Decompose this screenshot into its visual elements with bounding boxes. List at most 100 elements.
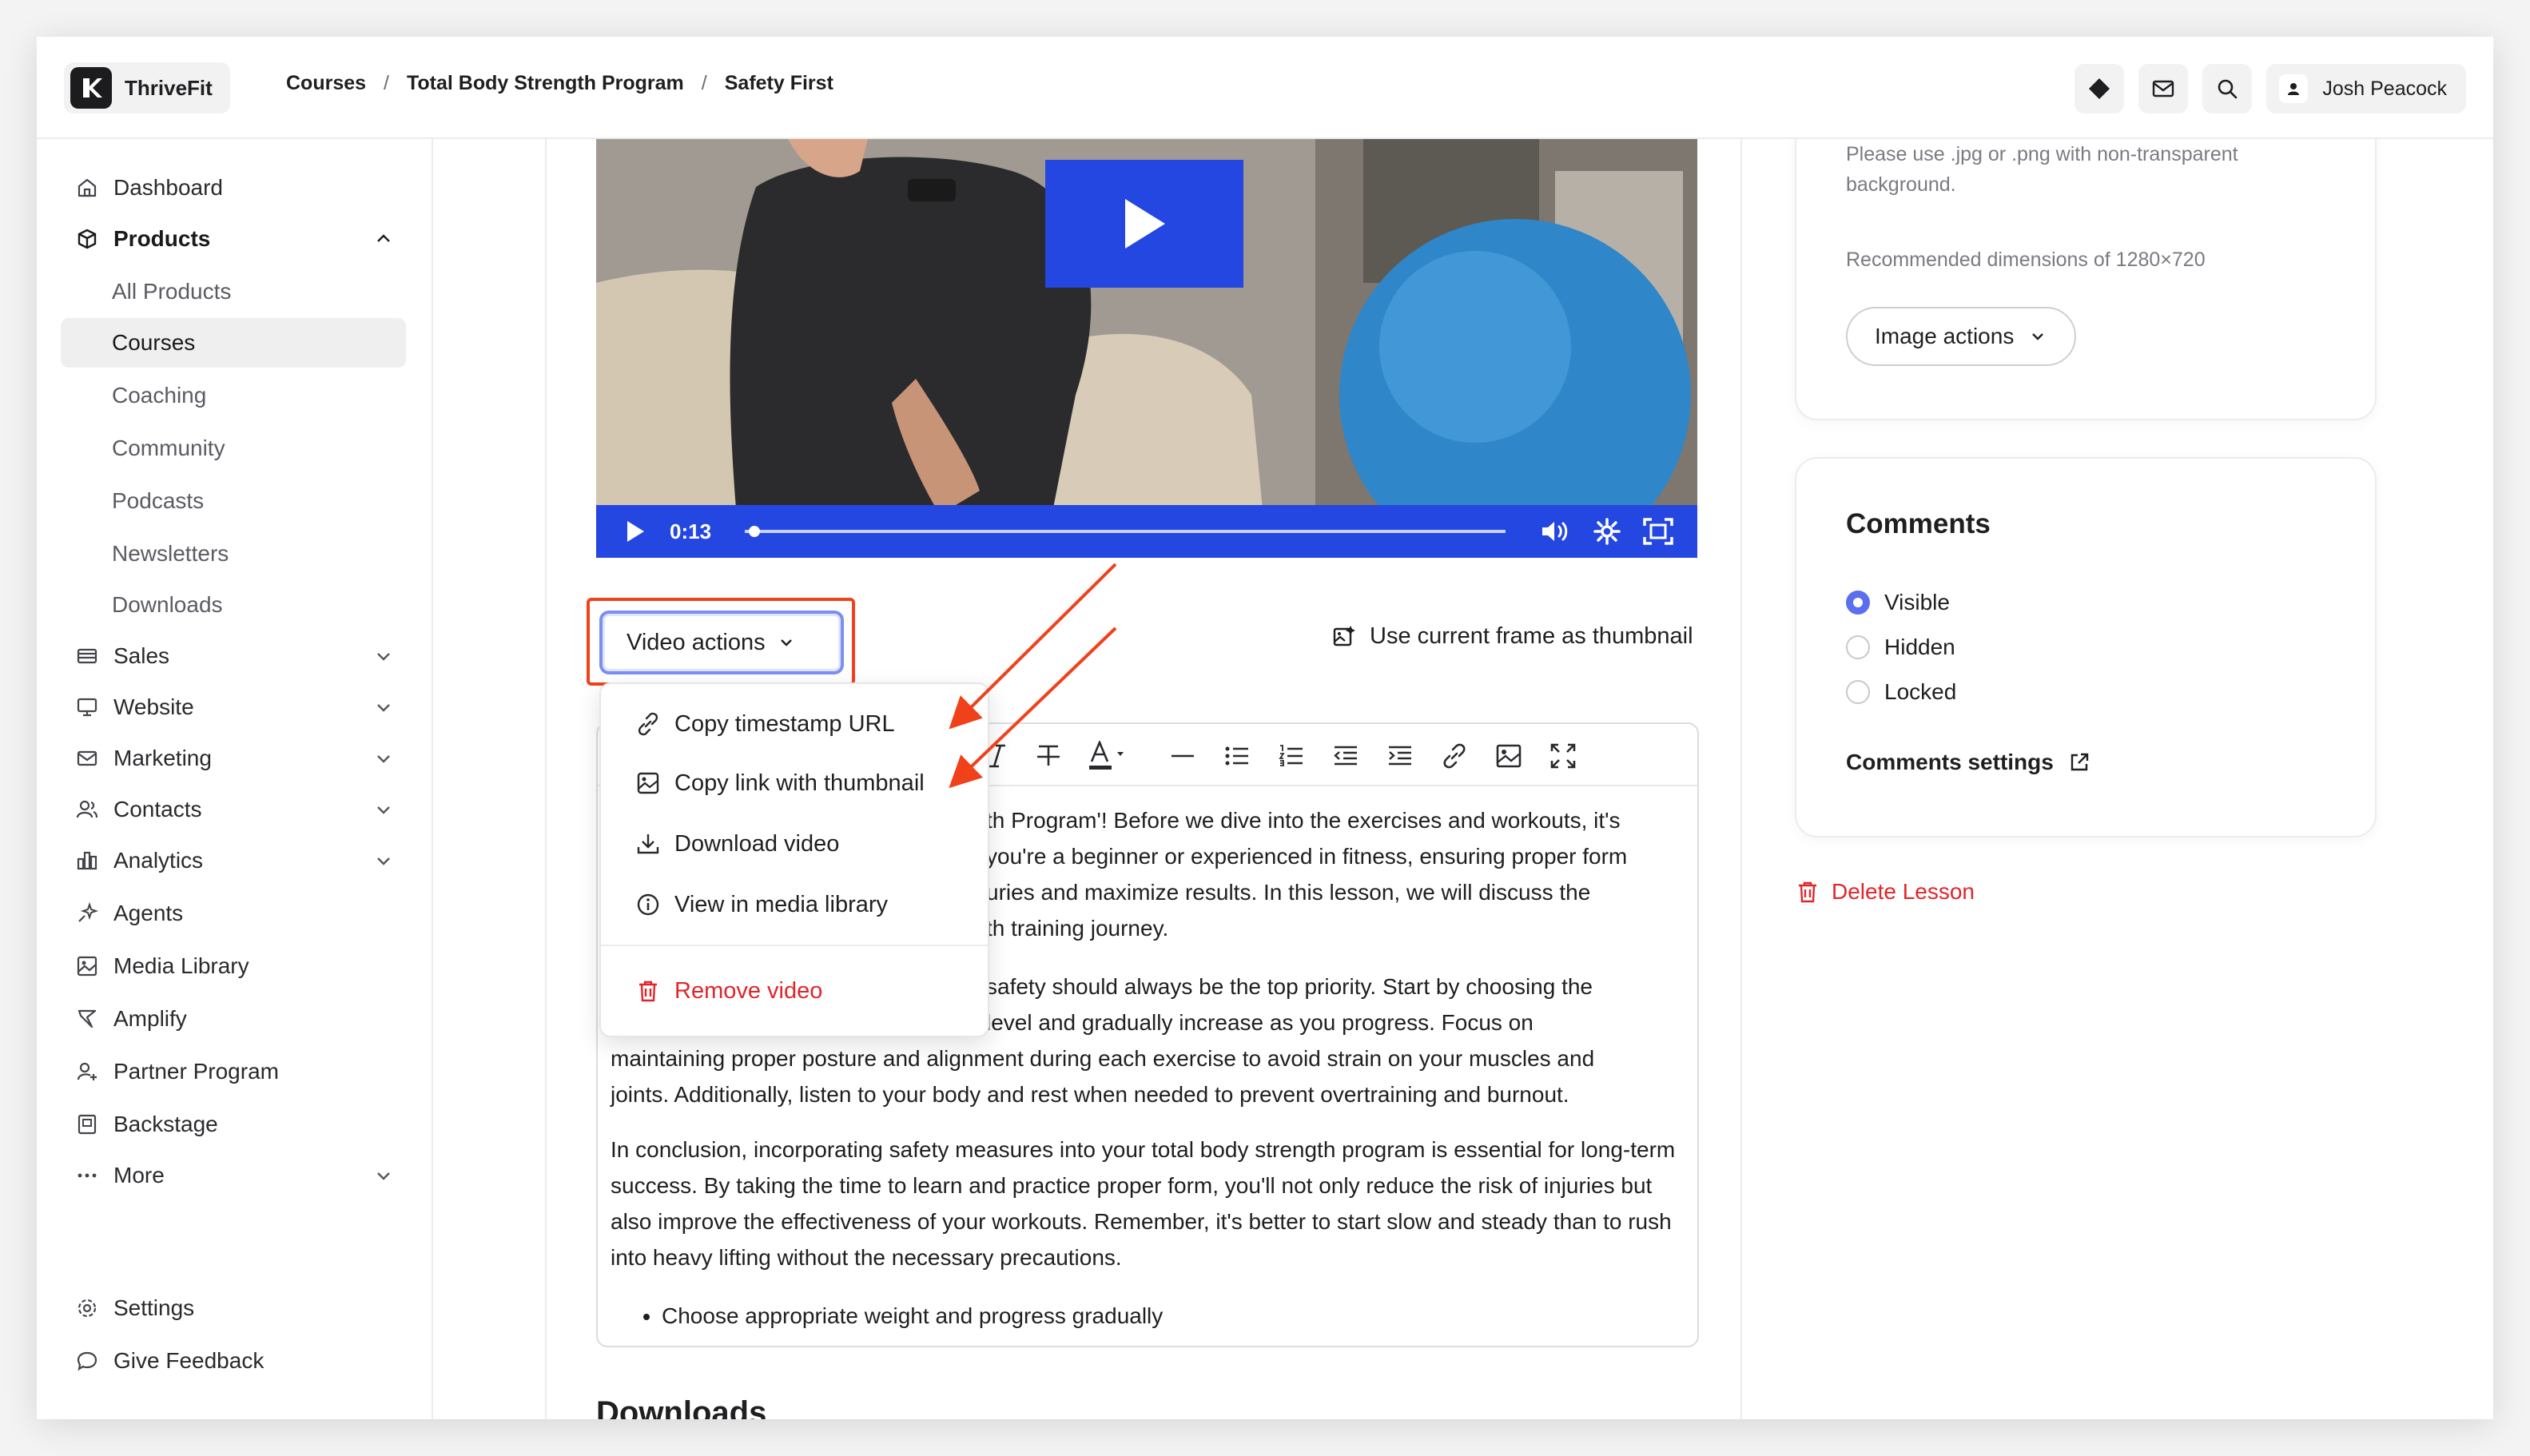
- sidebar-item-newsletters[interactable]: Newsletters: [61, 529, 406, 579]
- paragraph-line: joints. Additionally, listen to your bod…: [611, 1082, 1569, 1107]
- breadcrumb-item-program[interactable]: Total Body Strength Program: [407, 72, 684, 95]
- brand[interactable]: ThriveFit: [64, 62, 230, 113]
- sidebar-item-media-library[interactable]: Media Library: [61, 941, 406, 991]
- sidebar-item-sales[interactable]: Sales: [61, 631, 406, 681]
- sidebar-item-settings[interactable]: Settings: [61, 1283, 406, 1333]
- indent-button[interactable]: [1384, 740, 1416, 772]
- sidebar-item-label: Agents: [113, 901, 184, 925]
- sidebar-item-downloads[interactable]: Downloads: [61, 580, 406, 630]
- sidebar-item-label: Website: [113, 694, 194, 719]
- text-color-button[interactable]: [1085, 740, 1130, 772]
- sidebar-item-partner-program[interactable]: Partner Program: [61, 1047, 406, 1096]
- download-icon: [637, 834, 659, 854]
- video-settings-button[interactable]: [1590, 515, 1624, 548]
- numbered-list-icon: [1279, 745, 1303, 766]
- mail-icon: [2153, 80, 2174, 97]
- video-current-time: 0:13: [670, 519, 712, 543]
- sidebar-item-amplify[interactable]: Amplify: [61, 994, 406, 1044]
- sidebar-item-label: Sales: [113, 643, 170, 668]
- sidebar-item-marketing[interactable]: Marketing: [61, 734, 406, 783]
- menu-item-download-video[interactable]: Download video: [601, 815, 988, 873]
- image-icon: [1496, 744, 1522, 768]
- radio-button-checked[interactable]: [1846, 591, 1870, 615]
- breadcrumb: Courses / Total Body Strength Program / …: [286, 72, 833, 95]
- user-menu-button[interactable]: Josh Peacock: [2266, 64, 2466, 113]
- sidebar-item-backstage[interactable]: Backstage: [61, 1100, 406, 1149]
- expand-editor-button[interactable]: [1547, 740, 1579, 772]
- chevron-down-icon: [377, 755, 390, 763]
- brand-name: ThriveFit: [125, 75, 213, 100]
- use-frame-thumbnail-button[interactable]: Use current frame as thumbnail: [1331, 623, 1693, 650]
- comments-option-hidden[interactable]: Hidden: [1846, 635, 1955, 660]
- radio-button[interactable]: [1846, 635, 1870, 659]
- video-progress-handle[interactable]: [748, 526, 760, 537]
- divider-button[interactable]: [1167, 740, 1199, 772]
- numbered-list-button[interactable]: [1275, 740, 1307, 772]
- comments-settings-link[interactable]: Comments settings: [1846, 750, 2090, 775]
- use-frame-thumbnail-label: Use current frame as thumbnail: [1370, 623, 1693, 649]
- video-controls: 0:13: [596, 505, 1697, 558]
- sidebar-item-label: Analytics: [113, 848, 204, 873]
- sidebar-item-agents[interactable]: Agents: [61, 889, 406, 938]
- delete-lesson-button[interactable]: Delete Lesson: [1796, 879, 1975, 905]
- volume-icon: [1542, 522, 1568, 541]
- inbox-button[interactable]: [2138, 64, 2189, 113]
- paragraph-line: th Program'! Before we dive into the exe…: [986, 808, 1621, 833]
- sidebar: Dashboard Products All Products Courses …: [37, 139, 433, 1419]
- top-actions: Josh Peacock: [2075, 64, 2466, 113]
- breadcrumb-item-courses[interactable]: Courses: [286, 72, 366, 95]
- menu-item-label: Remove video: [674, 977, 823, 1004]
- sidebar-item-community[interactable]: Community: [61, 424, 406, 473]
- comments-option-visible[interactable]: Visible: [1846, 590, 1950, 615]
- thumbnail-card: Please use .jpg or .png with non-transpa…: [1795, 125, 2377, 420]
- sidebar-item-website[interactable]: Website: [61, 682, 406, 732]
- menu-item-copy-link-with-thumbnail[interactable]: Copy link with thumbnail: [601, 754, 988, 812]
- video-play-overlay-button[interactable]: [1045, 160, 1243, 288]
- sidebar-item-podcasts[interactable]: Podcasts: [61, 476, 406, 526]
- insert-image-button[interactable]: [1493, 740, 1525, 772]
- indent-icon: [1389, 746, 1411, 766]
- menu-item-view-in-media-library[interactable]: View in media library: [601, 876, 988, 933]
- sidebar-item-courses[interactable]: Courses: [61, 318, 406, 368]
- sidebar-item-products[interactable]: Products: [61, 214, 406, 264]
- search-button[interactable]: [2202, 64, 2253, 113]
- menu-item-copy-timestamp-url[interactable]: Copy timestamp URL: [601, 695, 988, 753]
- app-window: ThriveFit Courses / Total Body Strength …: [37, 37, 2493, 1419]
- menu-divider: [601, 945, 988, 946]
- radio-label: Hidden: [1884, 635, 1955, 659]
- sidebar-item-all-products[interactable]: All Products: [61, 267, 406, 316]
- diamond-icon: [2089, 78, 2110, 99]
- video-actions-button[interactable]: Video actions: [599, 611, 844, 674]
- comments-option-locked[interactable]: Locked: [1846, 679, 1956, 705]
- gear-icon: [1593, 518, 1621, 545]
- sidebar-item-give-feedback[interactable]: Give Feedback: [61, 1336, 406, 1386]
- image-edit-icon: [1333, 625, 1355, 646]
- menu-item-label: Copy link with thumbnail: [674, 770, 925, 796]
- volume-button[interactable]: [1539, 515, 1573, 548]
- sidebar-item-contacts[interactable]: Contacts: [61, 785, 406, 834]
- bullet-list-button[interactable]: [1221, 740, 1253, 772]
- sidebar-item-label: Backstage: [113, 1112, 218, 1136]
- sidebar-item-dashboard[interactable]: Dashboard: [61, 163, 406, 213]
- sidebar-item-label: Marketing: [113, 746, 212, 770]
- sidebar-item-label: Media Library: [113, 953, 249, 978]
- comments-title: Comments: [1846, 508, 1991, 539]
- sidebar-item-more[interactable]: More: [61, 1151, 406, 1200]
- outdent-button[interactable]: [1330, 740, 1362, 772]
- fullscreen-icon: [1643, 518, 1673, 545]
- radio-button[interactable]: [1846, 680, 1870, 704]
- link-button[interactable]: [1438, 740, 1470, 772]
- delete-lesson-label: Delete Lesson: [1832, 879, 1975, 904]
- sidebar-item-coaching[interactable]: Coaching: [61, 371, 406, 420]
- chevron-down-icon: [377, 653, 390, 661]
- play-button[interactable]: [619, 515, 652, 548]
- strikethrough-button[interactable]: [1032, 740, 1064, 772]
- video-progress-bar[interactable]: [745, 526, 1506, 537]
- diamond-button[interactable]: [2075, 64, 2125, 113]
- image-actions-button[interactable]: Image actions: [1846, 307, 2077, 366]
- menu-item-remove-video[interactable]: Remove video: [601, 962, 988, 1020]
- breadcrumb-item-lesson[interactable]: Safety First: [725, 72, 833, 95]
- fullscreen-button[interactable]: [1641, 515, 1675, 548]
- video-player[interactable]: 0:13: [596, 139, 1697, 558]
- sidebar-item-analytics[interactable]: Analytics: [61, 836, 406, 885]
